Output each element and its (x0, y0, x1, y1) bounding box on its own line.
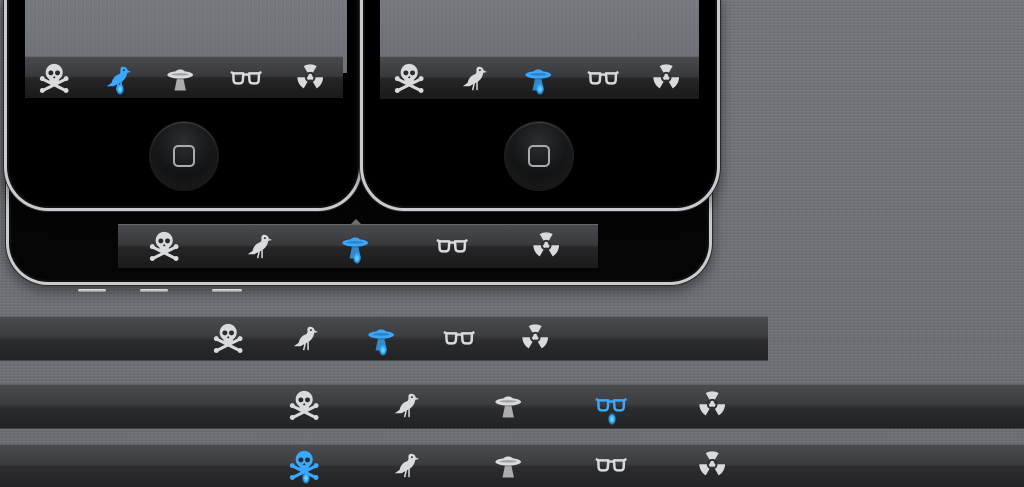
tab-glasses[interactable] (443, 322, 477, 354)
tab-skull-crossbones[interactable] (289, 449, 323, 484)
tab-bird[interactable] (459, 62, 493, 94)
selected-tab-glow (353, 252, 361, 264)
selected-tab-glow (608, 413, 616, 425)
tab-radiation[interactable] (295, 62, 329, 94)
tab-skull-crossbones[interactable] (39, 62, 73, 94)
tab-bird[interactable] (103, 62, 137, 95)
tab-radiation[interactable] (531, 230, 565, 262)
selected-tab-glow (302, 472, 310, 484)
home-button-square-icon (528, 145, 550, 167)
tab-bird[interactable] (290, 322, 324, 354)
phone-right-tabbar (380, 56, 699, 99)
tab-bird[interactable] (244, 230, 278, 262)
tab-ufo[interactable] (340, 230, 374, 264)
phone-left-tabbar (25, 56, 343, 98)
tab-skull-crossbones[interactable] (149, 230, 183, 262)
tab-ufo[interactable] (165, 62, 199, 94)
wide-tabbar-3 (0, 444, 1024, 487)
tab-glasses[interactable] (587, 62, 621, 94)
tab-glasses[interactable] (595, 449, 629, 481)
tab-glasses[interactable] (436, 230, 470, 262)
phone-right-screen (380, 0, 699, 56)
phone-right (360, 0, 720, 211)
tab-ufo[interactable] (366, 322, 400, 356)
tab-bird[interactable] (391, 449, 425, 481)
phone-right-home-button[interactable] (505, 122, 573, 190)
landscape-phone-side-button (78, 289, 106, 292)
wide-tabbar-2 (0, 384, 1024, 428)
selected-tab-glow (536, 83, 544, 95)
home-button-square-icon (173, 145, 195, 167)
tab-ufo[interactable] (493, 389, 527, 421)
selected-tab-glow (116, 83, 124, 95)
landscape-tabbar (118, 224, 598, 268)
selected-tab-glow (379, 344, 387, 356)
phone-left (4, 0, 362, 211)
tab-radiation[interactable] (520, 322, 554, 354)
wide-tabbar-3-pointer (300, 439, 310, 444)
tab-skull-crossbones[interactable] (213, 322, 247, 354)
tab-skull-crossbones[interactable] (394, 62, 428, 94)
tab-radiation[interactable] (651, 62, 685, 94)
wide-tabbar-1 (0, 316, 768, 360)
tab-radiation[interactable] (697, 389, 731, 421)
landscape-tabbar-pointer (351, 219, 361, 224)
tab-radiation[interactable] (697, 449, 731, 481)
tab-bird[interactable] (391, 389, 425, 421)
tab-glasses[interactable] (230, 62, 264, 94)
tab-ufo[interactable] (523, 62, 557, 95)
tab-skull-crossbones[interactable] (289, 389, 323, 421)
tab-glasses[interactable] (595, 389, 629, 425)
tab-ufo[interactable] (493, 449, 527, 481)
phone-left-home-button[interactable] (150, 122, 218, 190)
landscape-phone-side-button (140, 289, 168, 292)
landscape-phone-side-button (212, 289, 242, 292)
